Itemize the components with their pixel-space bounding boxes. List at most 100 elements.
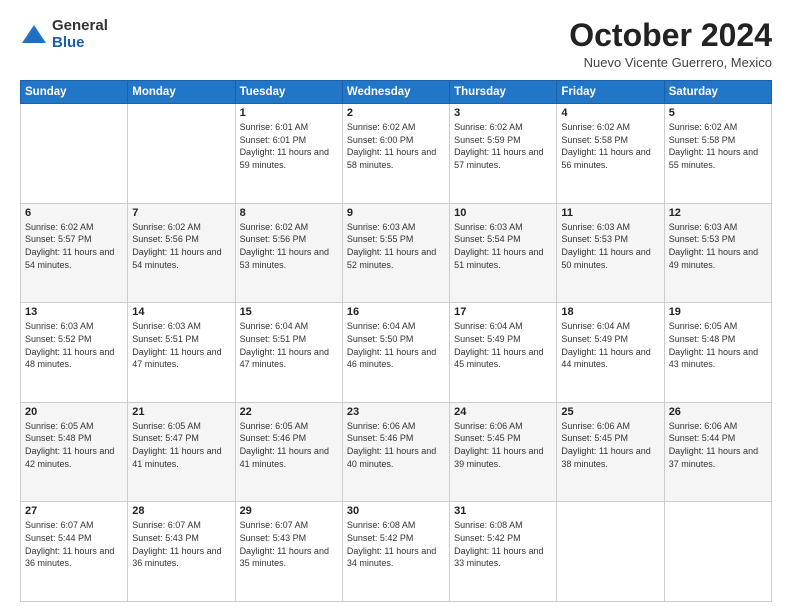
day-info: Sunrise: 6:03 AMSunset: 5:54 PMDaylight:… [454,221,552,271]
logo-icon [20,21,48,49]
day-number: 16 [347,306,445,318]
day-number: 13 [25,306,123,318]
calendar: SundayMondayTuesdayWednesdayThursdayFrid… [20,80,772,602]
day-of-week-header: Monday [128,81,235,104]
calendar-day-cell: 3 Sunrise: 6:02 AMSunset: 5:59 PMDaylight… [450,104,557,204]
day-number: 8 [240,207,338,219]
calendar-day-cell: 20 Sunrise: 6:05 AMSunset: 5:48 PMDayligh… [21,402,128,502]
calendar-day-cell: 25Sunrise: 6:06 AMSunset: 5:45 PMDayligh… [557,402,664,502]
day-number: 3 [454,107,552,119]
day-number: 24 [454,406,552,418]
day-info: Sunrise: 6:03 AMSunset: 5:51 PMDaylight:… [132,320,230,370]
calendar-day-cell: 27 Sunrise: 6:07 AMSunset: 5:44 PMDayligh… [21,502,128,602]
day-number: 18 [561,306,659,318]
day-info: Sunrise: 6:03 AMSunset: 5:52 PMDaylight:… [25,320,123,370]
calendar-day-cell [557,502,664,602]
day-info: Sunrise: 6:06 AMSunset: 5:44 PMDaylight:… [669,420,767,470]
day-number: 17 [454,306,552,318]
day-number: 9 [347,207,445,219]
day-info: Sunrise: 6:01 AMSunset: 6:01 PMDaylight:… [240,121,338,171]
day-number: 19 [669,306,767,318]
day-info: Sunrise: 6:05 AMSunset: 5:48 PMDaylight:… [669,320,767,370]
logo-general-text: General [52,18,108,35]
day-number: 1 [240,107,338,119]
day-number: 15 [240,306,338,318]
calendar-day-cell: 5Sunrise: 6:02 AMSunset: 5:58 PMDaylight… [664,104,771,204]
calendar-day-cell: 28 Sunrise: 6:07 AMSunset: 5:43 PMDayligh… [128,502,235,602]
calendar-day-cell: 7 Sunrise: 6:02 AMSunset: 5:56 PMDaylight… [128,203,235,303]
calendar-day-cell: 23 Sunrise: 6:06 AMSunset: 5:46 PMDayligh… [342,402,449,502]
day-info: Sunrise: 6:04 AMSunset: 5:51 PMDaylight:… [240,320,338,370]
calendar-day-cell: 16 Sunrise: 6:04 AMSunset: 5:50 PMDayligh… [342,303,449,403]
calendar-week-row: 13 Sunrise: 6:03 AMSunset: 5:52 PMDayligh… [21,303,772,403]
day-number: 27 [25,505,123,517]
calendar-day-cell: 11 Sunrise: 6:03 AMSunset: 5:53 PMDayligh… [557,203,664,303]
day-of-week-header: Friday [557,81,664,104]
calendar-week-row: 27 Sunrise: 6:07 AMSunset: 5:44 PMDayligh… [21,502,772,602]
day-of-week-header: Thursday [450,81,557,104]
calendar-day-cell: 1 Sunrise: 6:01 AMSunset: 6:01 PMDaylight… [235,104,342,204]
logo-text: General Blue [52,18,108,51]
day-info: Sunrise: 6:03 AMSunset: 5:53 PMDaylight:… [561,221,659,271]
day-info: Sunrise: 6:02 AMSunset: 5:56 PMDaylight:… [240,221,338,271]
calendar-day-cell: 22 Sunrise: 6:05 AMSunset: 5:46 PMDayligh… [235,402,342,502]
day-number: 22 [240,406,338,418]
day-info: Sunrise: 6:02 AMSunset: 5:56 PMDaylight:… [132,221,230,271]
day-of-week-header: Saturday [664,81,771,104]
calendar-week-row: 1 Sunrise: 6:01 AMSunset: 6:01 PMDaylight… [21,104,772,204]
header: General Blue October 2024 Nuevo Vicente … [20,18,772,70]
day-number: 31 [454,505,552,517]
day-of-week-header: Tuesday [235,81,342,104]
calendar-day-cell [128,104,235,204]
day-number: 23 [347,406,445,418]
day-number: 7 [132,207,230,219]
day-info: Sunrise: 6:07 AMSunset: 5:44 PMDaylight:… [25,519,123,569]
day-number: 2 [347,107,445,119]
logo: General Blue [20,18,108,51]
day-info: Sunrise: 6:06 AMSunset: 5:46 PMDaylight:… [347,420,445,470]
calendar-day-cell: 2 Sunrise: 6:02 AMSunset: 6:00 PMDaylight… [342,104,449,204]
calendar-day-cell: 6Sunrise: 6:02 AMSunset: 5:57 PMDaylight… [21,203,128,303]
calendar-day-cell [664,502,771,602]
day-of-week-header: Wednesday [342,81,449,104]
day-info: Sunrise: 6:02 AMSunset: 5:58 PMDaylight:… [561,121,659,171]
day-number: 11 [561,207,659,219]
day-info: Sunrise: 6:02 AMSunset: 5:59 PMDaylight:… [454,121,552,171]
day-info: Sunrise: 6:07 AMSunset: 5:43 PMDaylight:… [240,519,338,569]
calendar-day-cell: 10Sunrise: 6:03 AMSunset: 5:54 PMDayligh… [450,203,557,303]
calendar-day-cell: 26 Sunrise: 6:06 AMSunset: 5:44 PMDayligh… [664,402,771,502]
calendar-day-cell: 19 Sunrise: 6:05 AMSunset: 5:48 PMDayligh… [664,303,771,403]
day-number: 26 [669,406,767,418]
day-info: Sunrise: 6:08 AMSunset: 5:42 PMDaylight:… [347,519,445,569]
day-info: Sunrise: 6:06 AMSunset: 5:45 PMDaylight:… [454,420,552,470]
day-info: Sunrise: 6:04 AMSunset: 5:49 PMDaylight:… [454,320,552,370]
day-number: 25 [561,406,659,418]
day-info: Sunrise: 6:02 AMSunset: 5:57 PMDaylight:… [25,221,123,271]
day-info: Sunrise: 6:05 AMSunset: 5:48 PMDaylight:… [25,420,123,470]
calendar-day-cell: 18Sunrise: 6:04 AMSunset: 5:49 PMDayligh… [557,303,664,403]
subtitle: Nuevo Vicente Guerrero, Mexico [569,55,772,70]
day-number: 29 [240,505,338,517]
calendar-day-cell: 24 Sunrise: 6:06 AMSunset: 5:45 PMDayligh… [450,402,557,502]
day-info: Sunrise: 6:04 AMSunset: 5:50 PMDaylight:… [347,320,445,370]
calendar-day-cell: 9Sunrise: 6:03 AMSunset: 5:55 PMDaylight… [342,203,449,303]
title-block: October 2024 Nuevo Vicente Guerrero, Mex… [569,18,772,70]
day-info: Sunrise: 6:07 AMSunset: 5:43 PMDaylight:… [132,519,230,569]
day-number: 28 [132,505,230,517]
calendar-day-cell: 29 Sunrise: 6:07 AMSunset: 5:43 PMDayligh… [235,502,342,602]
calendar-day-cell: 31Sunrise: 6:08 AMSunset: 5:42 PMDayligh… [450,502,557,602]
page: General Blue October 2024 Nuevo Vicente … [0,0,792,612]
logo-blue-text: Blue [52,35,108,52]
day-number: 30 [347,505,445,517]
calendar-day-cell: 21Sunrise: 6:05 AMSunset: 5:47 PMDayligh… [128,402,235,502]
day-number: 4 [561,107,659,119]
day-number: 12 [669,207,767,219]
calendar-day-cell: 17 Sunrise: 6:04 AMSunset: 5:49 PMDayligh… [450,303,557,403]
day-number: 20 [25,406,123,418]
calendar-day-cell: 13 Sunrise: 6:03 AMSunset: 5:52 PMDayligh… [21,303,128,403]
day-info: Sunrise: 6:05 AMSunset: 5:46 PMDaylight:… [240,420,338,470]
day-number: 5 [669,107,767,119]
day-info: Sunrise: 6:02 AMSunset: 6:00 PMDaylight:… [347,121,445,171]
calendar-day-cell: 4 Sunrise: 6:02 AMSunset: 5:58 PMDaylight… [557,104,664,204]
day-info: Sunrise: 6:03 AMSunset: 5:53 PMDaylight:… [669,221,767,271]
